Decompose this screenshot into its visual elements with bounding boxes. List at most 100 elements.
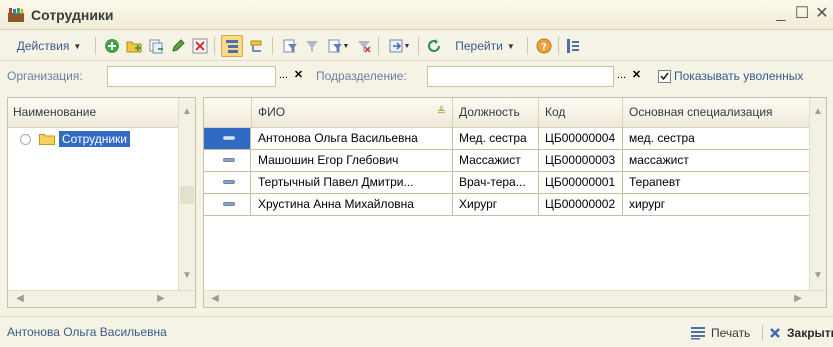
current-item-text: Антонова Ольга Васильевна [7, 325, 167, 339]
hierarchy-view-button[interactable] [221, 35, 243, 57]
status-bar: Антонова Ольга Васильевна Печать Закрыть [0, 316, 833, 347]
row-marker [204, 128, 251, 149]
scroll-up-icon[interactable]: ▲ [810, 104, 826, 120]
toolbar: Действия ▼ ▼ ▼ Перейти ▼ ? [0, 31, 833, 61]
title-bar: Сотрудники _ ☐ ✕ [0, 0, 833, 30]
help-button[interactable]: ? [534, 35, 554, 57]
scroll-down-icon[interactable]: ▼ [810, 268, 826, 284]
row-marker [204, 172, 251, 193]
department-clear-button[interactable]: ✕ [629, 66, 644, 87]
cell-code: ЦБ00000004 [539, 128, 623, 149]
edit-button[interactable] [168, 35, 188, 57]
column-header-position[interactable]: Должность [453, 98, 539, 128]
tree-vertical-scrollbar[interactable]: ▲ ▼ [178, 98, 195, 290]
refresh-icon [428, 39, 440, 52]
goto-menu-button[interactable]: Перейти ▼ [446, 35, 524, 57]
tree-horizontal-scrollbar[interactable]: ◀ ▶ [8, 290, 195, 307]
cell-fio: Тертычный Павел Дмитри... [252, 172, 453, 193]
actions-menu-button[interactable]: Действия ▼ [6, 35, 92, 57]
tree-header-label: Наименование [13, 105, 97, 119]
print-button[interactable]: Печать [690, 323, 750, 343]
cell-specialization: массажист [623, 150, 811, 171]
item-icon [223, 180, 235, 184]
chevron-down-icon: ▼ [342, 42, 350, 50]
organization-input[interactable] [107, 66, 276, 87]
copy-button[interactable] [146, 35, 166, 57]
close-button-label: Закрыть [787, 326, 833, 340]
cell-code: ЦБ00000002 [539, 194, 623, 215]
organization-clear-button[interactable]: ✕ [291, 66, 306, 87]
filter-history-button[interactable]: ▼ [324, 35, 352, 57]
filter-by-value-button[interactable] [302, 35, 322, 57]
show-dismissed-checkbox[interactable] [658, 70, 671, 83]
employees-table[interactable]: ФИО ≜ Должность Код Основная специализац… [203, 97, 827, 308]
table-vertical-scrollbar[interactable]: ▲ ▼ [809, 98, 826, 290]
scroll-left-icon[interactable]: ◀ [12, 291, 28, 307]
add-group-button[interactable] [124, 35, 144, 57]
minimize-button[interactable]: _ [772, 5, 790, 23]
cell-code: ЦБ00000001 [539, 172, 623, 193]
row-marker [204, 150, 251, 171]
scroll-thumb[interactable] [180, 186, 194, 204]
set-filter-button[interactable] [280, 35, 300, 57]
cell-position: Хирург [453, 194, 539, 215]
tree-node-marker [20, 133, 31, 145]
scroll-left-icon[interactable]: ◀ [207, 291, 223, 307]
row-marker [204, 194, 251, 215]
close-button[interactable]: Закрыть [769, 323, 833, 343]
window-title: Сотрудники [31, 7, 114, 23]
column-header-specialization[interactable]: Основная специализация [623, 98, 811, 128]
table-row[interactable]: Тертычный Павел Дмитри... Врач-тера... Ц… [204, 172, 811, 194]
svg-text:?: ? [541, 42, 547, 53]
department-input[interactable] [427, 66, 614, 87]
pencil-icon [172, 39, 185, 52]
employees-icon [8, 8, 24, 22]
status-separator [762, 325, 763, 341]
maximize-button[interactable]: ☐ [793, 5, 811, 23]
table-row[interactable]: Антонова Ольга Васильевна Мед. сестра ЦБ… [204, 128, 811, 150]
tree-icon [250, 40, 262, 52]
tree-toggle-button[interactable] [246, 35, 266, 57]
group-tree[interactable]: Наименование Сотрудники ▲ ▼ ◀ ▶ [7, 97, 196, 308]
column-header-fio[interactable]: ФИО ≜ [252, 98, 453, 128]
goto-menu-label: Перейти [455, 39, 503, 53]
cell-code: ЦБ00000003 [539, 150, 623, 171]
clear-filter-icon [358, 41, 371, 53]
hierarchy-icon [226, 40, 238, 53]
filter-icon [283, 39, 297, 53]
goto-linked-button[interactable]: ▼ [384, 35, 414, 57]
organization-label: Организация: [7, 69, 83, 83]
cell-specialization: Терапевт [623, 172, 811, 193]
table-row[interactable]: Хрустина Анна Михайловна Хирург ЦБ000000… [204, 194, 811, 216]
delete-button[interactable] [190, 35, 210, 57]
clear-filter-button[interactable] [354, 35, 374, 57]
column-header-marker[interactable] [204, 98, 252, 128]
close-window-button[interactable]: ✕ [813, 5, 831, 23]
table-horizontal-scrollbar[interactable]: ◀ ▶ [204, 290, 826, 307]
show-dismissed-label[interactable]: Показывать уволенных [674, 69, 803, 83]
chevron-down-icon: ▼ [506, 41, 515, 51]
close-icon [770, 328, 780, 338]
structure-button[interactable] [563, 35, 583, 57]
scroll-right-icon[interactable]: ▶ [790, 291, 806, 307]
organization-select-button[interactable]: ... [276, 66, 291, 87]
tree-header[interactable]: Наименование [8, 98, 178, 128]
cell-fio: Хрустина Анна Михайловна [252, 194, 453, 215]
actions-menu-label: Действия [16, 39, 70, 53]
filter-value-icon [306, 41, 318, 52]
copy-icon [149, 39, 163, 54]
folder-icon [39, 134, 55, 145]
add-button[interactable] [102, 35, 122, 57]
print-button-label: Печать [711, 326, 751, 340]
refresh-button[interactable] [424, 35, 444, 57]
scroll-right-icon[interactable]: ▶ [153, 291, 169, 307]
tree-item[interactable]: Сотрудники [20, 128, 130, 150]
scroll-up-icon[interactable]: ▲ [179, 104, 195, 120]
filter-list-icon [328, 39, 342, 53]
department-select-button[interactable]: ... [614, 66, 629, 87]
chevron-down-icon: ▼ [403, 42, 411, 50]
delete-icon [192, 38, 208, 54]
column-header-code[interactable]: Код [539, 98, 623, 128]
table-row[interactable]: Машошин Егор Глебович Массажист ЦБ000000… [204, 150, 811, 172]
scroll-down-icon[interactable]: ▼ [179, 268, 195, 284]
